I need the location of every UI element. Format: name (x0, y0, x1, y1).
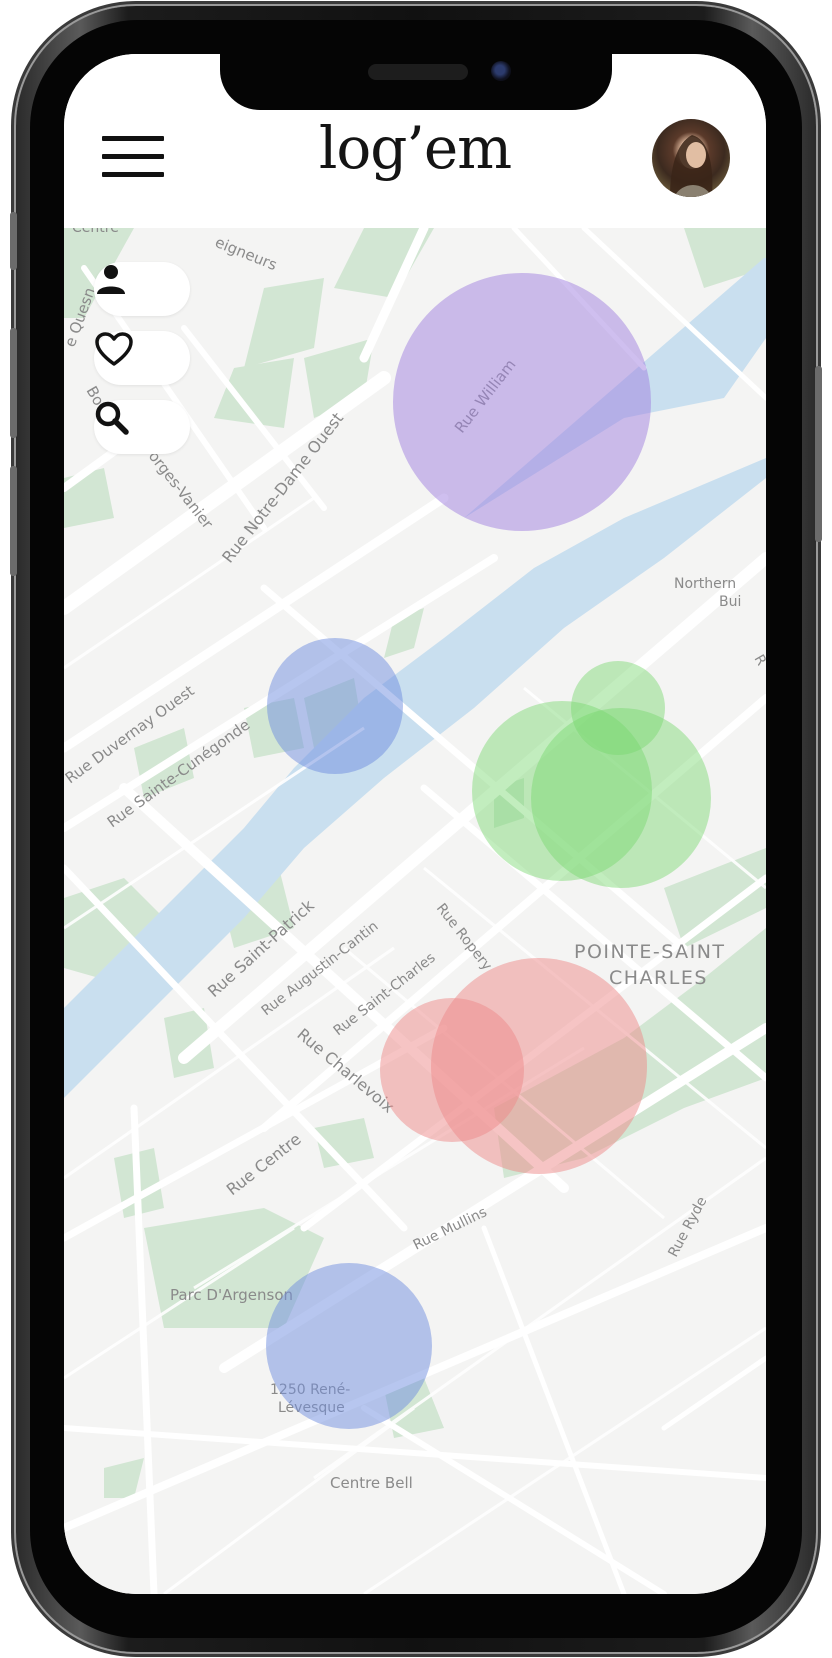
side-button-volume-down (10, 466, 17, 576)
street-label: Rue Mullins (411, 1204, 490, 1253)
zone-circle-green[interactable] (571, 661, 665, 755)
user-avatar[interactable] (652, 119, 730, 197)
street-label: Bui (719, 594, 741, 610)
side-button-volume-up (10, 328, 17, 438)
district-label: POINTE-SAINT (574, 941, 726, 963)
side-button-power (815, 366, 822, 542)
front-camera (491, 61, 511, 81)
street-label: Centre (72, 228, 119, 236)
search-button[interactable] (94, 400, 190, 454)
zone-circle-blue[interactable] (267, 638, 403, 774)
street-label: Northern (674, 576, 736, 592)
notch (220, 54, 612, 110)
zone-circle-red[interactable] (380, 998, 524, 1142)
street-label: R (751, 652, 766, 669)
search-icon (95, 401, 129, 435)
person-icon (97, 265, 125, 294)
zone-circle-blue[interactable] (266, 1263, 432, 1429)
heart-icon (95, 332, 133, 366)
profile-button[interactable] (94, 262, 190, 316)
street-label: eigneurs (213, 233, 280, 274)
favorites-button[interactable] (94, 331, 190, 385)
district-label: CHARLES (609, 967, 708, 989)
park-label: Parc D'Argenson (170, 1286, 293, 1304)
place-label: Centre Bell (330, 1474, 413, 1492)
map-view[interactable]: Centre eigneurs e Quesn Bou orges-Vanier… (64, 228, 766, 1594)
phone-screen: log’em Centre eigneurs e Quesn Bou orges… (64, 54, 766, 1594)
zone-circle-purple[interactable] (393, 273, 651, 531)
street-label: Rue Ryde (665, 1194, 710, 1260)
speaker-grille (368, 64, 468, 80)
side-button-mute (10, 212, 17, 270)
